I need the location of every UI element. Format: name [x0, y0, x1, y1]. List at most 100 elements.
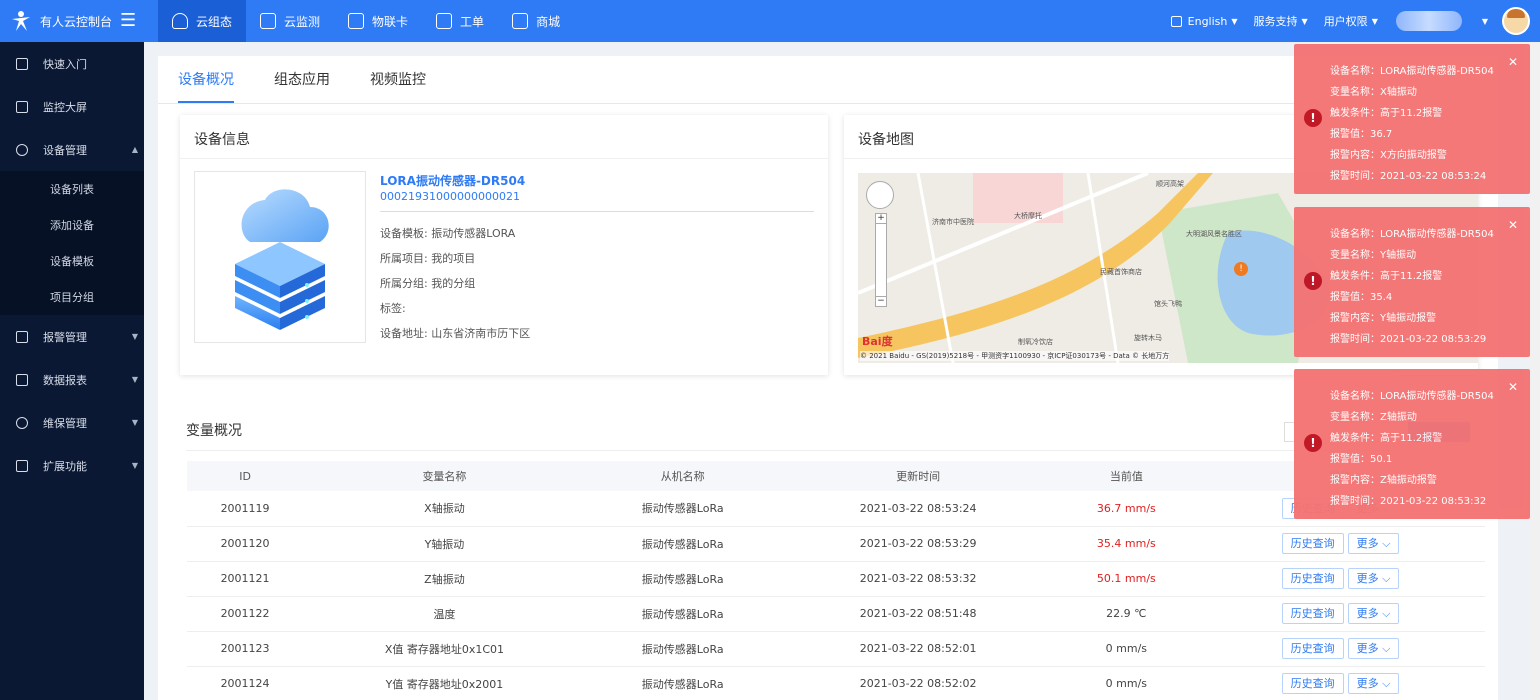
username-redacted[interactable] — [1395, 11, 1462, 31]
permissions-menu[interactable]: 用户权限 ▼ — [1324, 13, 1378, 29]
divider — [380, 211, 814, 212]
close-icon[interactable]: ✕ — [1508, 380, 1518, 394]
device-template-row: 设备模板: 振动传感器LORA — [380, 227, 516, 240]
user-caret-icon[interactable]: ▼ — [1478, 17, 1488, 26]
current-value: 35.4 mm/s — [1056, 526, 1197, 562]
sidebar: 快速入门 监控大屏 设备管理 ▲ 设备列表 添加设备 设备模板 项目分组 报警管理… — [0, 42, 144, 700]
sidebar-item-data-report[interactable]: 数据报表 ▼ — [0, 358, 144, 401]
device-project-row: 所属项目: 我的项目 — [380, 252, 476, 265]
report-icon — [16, 373, 28, 386]
column-header: 变量名称 — [303, 461, 586, 491]
current-value: 36.7 mm/s — [1056, 491, 1197, 527]
tab-device-overview[interactable]: 设备概况 — [178, 69, 234, 103]
sidebar-item-big-screen[interactable]: 监控大屏 — [0, 85, 144, 128]
language-switch[interactable]: English ▼ — [1170, 15, 1238, 28]
current-value: 50.1 mm/s — [1056, 561, 1197, 597]
history-button[interactable]: 历史查询 — [1281, 673, 1344, 694]
tab-config-app[interactable]: 组态应用 — [274, 69, 330, 103]
map-zoom-slider[interactable]: + − — [875, 213, 887, 307]
current-value: 0 mm/s — [1056, 631, 1197, 667]
more-button[interactable]: 更多 ⌵ — [1347, 568, 1400, 589]
caret-down-icon: ▼ — [1231, 16, 1238, 26]
sidebar-item-quick-start[interactable]: 快速入门 — [0, 42, 144, 85]
brand-title: 有人云控制台 — [40, 14, 113, 29]
table-row: 2001123 X值 寄存器地址0x1C01 振动传感器LoRa 2021-03… — [187, 631, 1485, 667]
screen-icon — [16, 100, 28, 113]
sidebar-sub-project-group[interactable]: 项目分组 — [0, 279, 144, 315]
table-row: 2001120 Y轴振动 振动传感器LoRa 2021-03-22 08:53:… — [187, 526, 1485, 562]
caret-down-icon: ▼ — [131, 375, 138, 384]
cloud-icon — [172, 13, 188, 29]
zoom-in-icon[interactable]: + — [876, 214, 886, 224]
caret-down-icon: ▼ — [1371, 16, 1378, 26]
sidebar-item-extensions[interactable]: 扩展功能 ▼ — [0, 444, 144, 487]
sidebar-item-device-management[interactable]: 设备管理 ▲ — [0, 128, 144, 171]
topnav-cloud-monitor[interactable]: 云监测 — [246, 0, 334, 42]
history-button[interactable]: 历史查询 — [1281, 603, 1344, 624]
top-right: English ▼ 服务支持 ▼ 用户权限 ▼ ▼ — [1155, 0, 1540, 42]
brand[interactable]: 有人云控制台 ☰ — [0, 0, 158, 42]
topnav-store[interactable]: 商城 — [498, 0, 574, 42]
caret-up-icon: ▲ — [131, 145, 138, 154]
column-header: 更新时间 — [779, 461, 1057, 491]
error-icon: ! — [1304, 272, 1322, 290]
divider — [186, 450, 1484, 451]
language-icon — [1170, 15, 1182, 27]
more-button[interactable]: 更多 ⌵ — [1347, 673, 1400, 694]
map-pan-control-icon[interactable] — [866, 181, 894, 209]
tab-video-monitor[interactable]: 视频监控 — [370, 69, 426, 103]
map-label: 大桥摩托 — [1014, 212, 1042, 220]
column-header: 当前值 — [1056, 461, 1197, 491]
avatar[interactable] — [1502, 7, 1530, 35]
table-row: 2001121 Z轴振动 振动传感器LoRa 2021-03-22 08:53:… — [187, 561, 1485, 597]
hamburger-menu-icon[interactable]: ☰ — [120, 12, 136, 30]
device-group-row: 所属分组: 我的分组 — [380, 277, 476, 290]
zoom-out-icon[interactable]: − — [876, 296, 886, 306]
topnav-cloud-config[interactable]: 云组态 — [158, 0, 247, 42]
map-label: 民藏首饰商店 — [1100, 268, 1142, 276]
more-button[interactable]: 更多 ⌵ — [1347, 533, 1400, 554]
variables-title: 变量概况 — [186, 423, 242, 439]
history-button[interactable]: 历史查询 — [1281, 638, 1344, 659]
more-button[interactable]: 更多 ⌵ — [1347, 603, 1400, 624]
sim-card-icon — [348, 13, 365, 29]
work-order-icon — [436, 13, 453, 29]
map-copyright: © 2021 Baidu - GS(2019)5218号 - 甲测资字11009… — [860, 351, 1170, 361]
home-icon — [16, 57, 28, 70]
apps-icon — [16, 459, 28, 472]
device-name[interactable]: LORA振动传感器-DR504 — [380, 172, 525, 189]
store-icon — [512, 13, 529, 29]
sidebar-item-alarm-management[interactable]: 报警管理 ▼ — [0, 315, 144, 358]
alarm-notification[interactable]: ! ✕ 设备名称：LORA振动传感器-DR504 变量名称：X轴振动 触发条件：… — [1294, 44, 1530, 194]
sidebar-sub-device-list[interactable]: 设备列表 — [0, 171, 144, 207]
close-icon[interactable]: ✕ — [1508, 218, 1518, 232]
alarm-notification[interactable]: ! ✕ 设备名称：LORA振动传感器-DR504 变量名称：Z轴振动 触发条件：… — [1294, 369, 1530, 519]
device-image — [194, 171, 366, 343]
device-location-pin-icon[interactable]: ! — [1234, 262, 1248, 276]
history-button[interactable]: 历史查询 — [1281, 533, 1344, 554]
table-header-row: ID 变量名称 从机名称 更新时间 当前值 操作 — [187, 461, 1485, 491]
map-label: 大明湖风景名胜区 — [1186, 230, 1242, 238]
sidebar-item-maintenance[interactable]: 维保管理 ▼ — [0, 401, 144, 444]
scrollbar[interactable] — [1530, 42, 1540, 700]
baidu-logo: Bai度 — [862, 335, 893, 348]
caret-down-icon: ▼ — [131, 461, 138, 470]
map-label: 顺河高架 — [1156, 180, 1184, 188]
topnav-iot-card[interactable]: 物联卡 — [334, 0, 422, 42]
sidebar-sub-add-device[interactable]: 添加设备 — [0, 207, 144, 243]
shield-icon — [16, 416, 28, 429]
support-menu[interactable]: 服务支持 ▼ — [1254, 13, 1308, 29]
alarm-notification[interactable]: ! ✕ 设备名称：LORA振动传感器-DR504 变量名称：Y轴振动 触发条件：… — [1294, 207, 1530, 357]
caret-down-icon: ▼ — [131, 332, 138, 341]
variables-table: ID 变量名称 从机名称 更新时间 当前值 操作 2001119 X轴振动 振动… — [187, 461, 1485, 700]
map-label: 馆头飞鸭 — [1154, 300, 1182, 308]
device-submenu: 设备列表 添加设备 设备模板 项目分组 — [0, 171, 144, 315]
cloud-server-icon — [235, 189, 329, 330]
bell-icon — [16, 330, 28, 343]
device-serial: 00021931000000000021 — [380, 190, 520, 203]
close-icon[interactable]: ✕ — [1508, 55, 1518, 69]
history-button[interactable]: 历史查询 — [1281, 568, 1344, 589]
topnav-work-order[interactable]: 工单 — [422, 0, 498, 42]
sidebar-sub-device-template[interactable]: 设备模板 — [0, 243, 144, 279]
more-button[interactable]: 更多 ⌵ — [1347, 638, 1400, 659]
